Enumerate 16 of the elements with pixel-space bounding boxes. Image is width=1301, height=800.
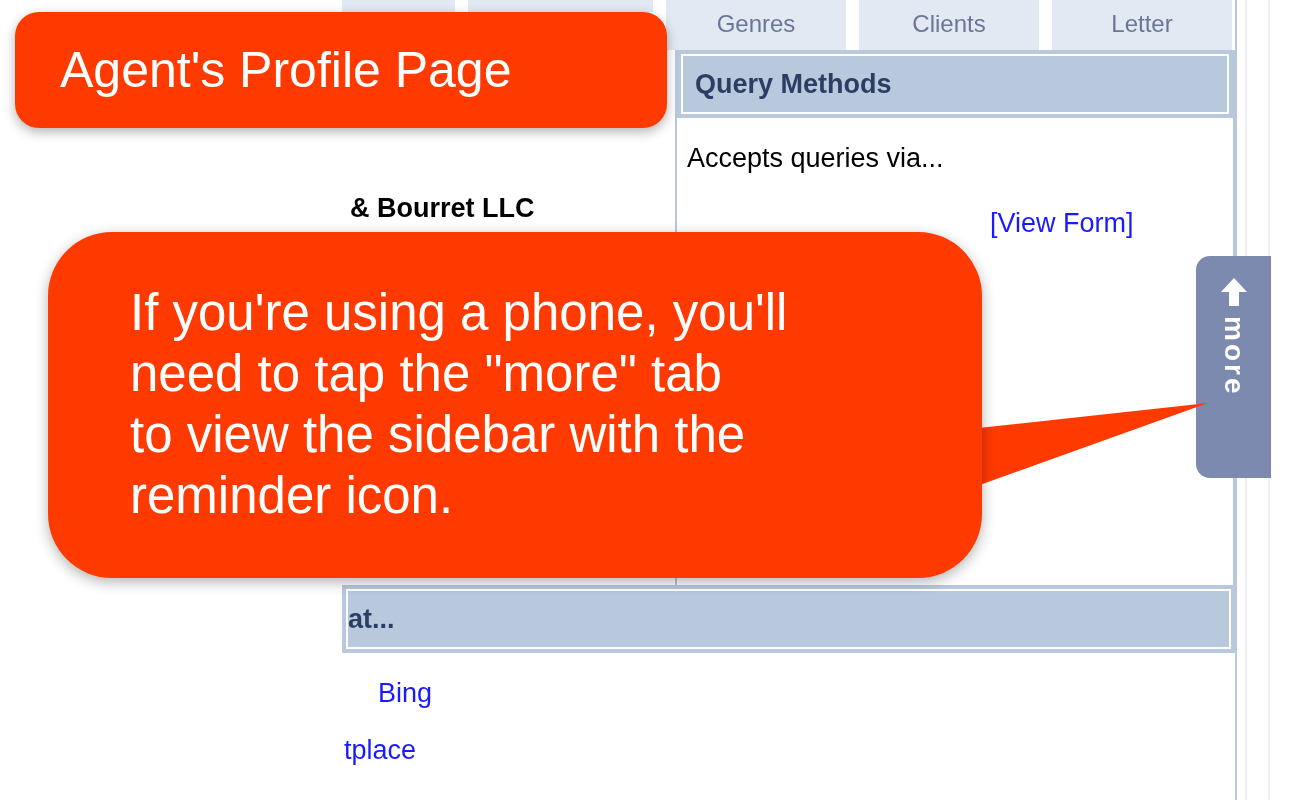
tab[interactable]: Letter	[1052, 0, 1232, 50]
link[interactable]: Bing	[378, 673, 433, 714]
callout-bubble: Agent's Profile Page	[15, 12, 667, 128]
agency-name: & Bourret LLC	[350, 192, 536, 225]
section-header: at...	[346, 589, 1231, 649]
callout-bubble: If you're using a phone, you'll need to tap the "more" tab to view the sidebar with the reminder icon.	[48, 232, 982, 578]
section-header: Query Methods	[681, 54, 1229, 114]
link[interactable]: tplace	[344, 729, 417, 770]
tab[interactable]: Genres	[666, 0, 846, 50]
more-tab[interactable]: more	[1196, 256, 1271, 478]
tab[interactable]: Clients	[859, 0, 1039, 50]
view-form-link[interactable]: [View Form]	[990, 208, 1134, 237]
intro-text: Accepts queries via...	[687, 142, 945, 175]
arrow-up-icon	[1220, 278, 1247, 306]
tab[interactable]	[342, 0, 455, 12]
tab[interactable]	[468, 0, 653, 12]
